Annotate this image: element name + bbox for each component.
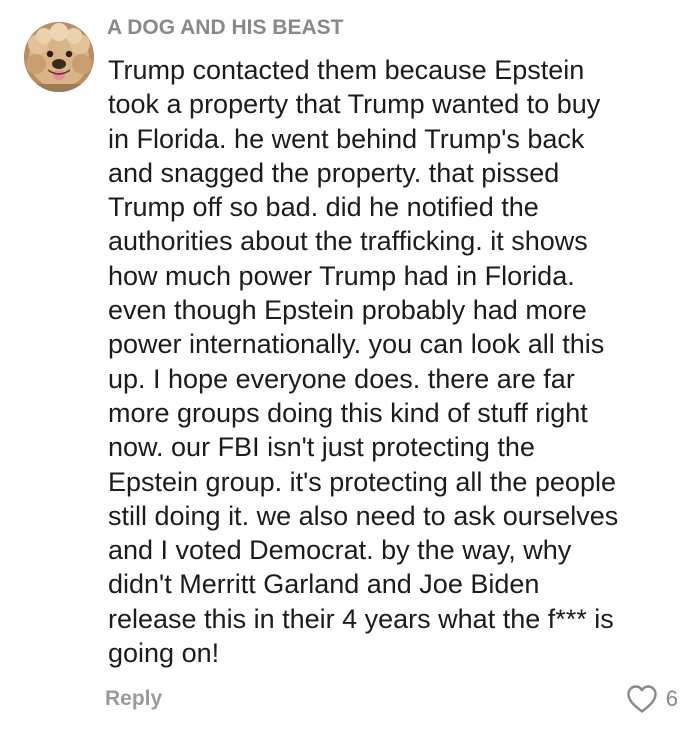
dog-avatar-icon — [24, 22, 94, 92]
comment-card: A DOG AND HIS BEAST Trump contacted them… — [0, 0, 700, 735]
user-avatar[interactable] — [24, 22, 94, 92]
like-button[interactable]: 6 — [626, 684, 678, 714]
comment-username[interactable]: A DOG AND HIS BEAST — [107, 16, 343, 40]
reply-button[interactable]: Reply — [105, 687, 162, 711]
heart-outline-icon — [626, 684, 658, 714]
comment-body-text: Trump contacted them because Epstein too… — [108, 55, 619, 669]
like-count: 6 — [665, 686, 678, 711]
